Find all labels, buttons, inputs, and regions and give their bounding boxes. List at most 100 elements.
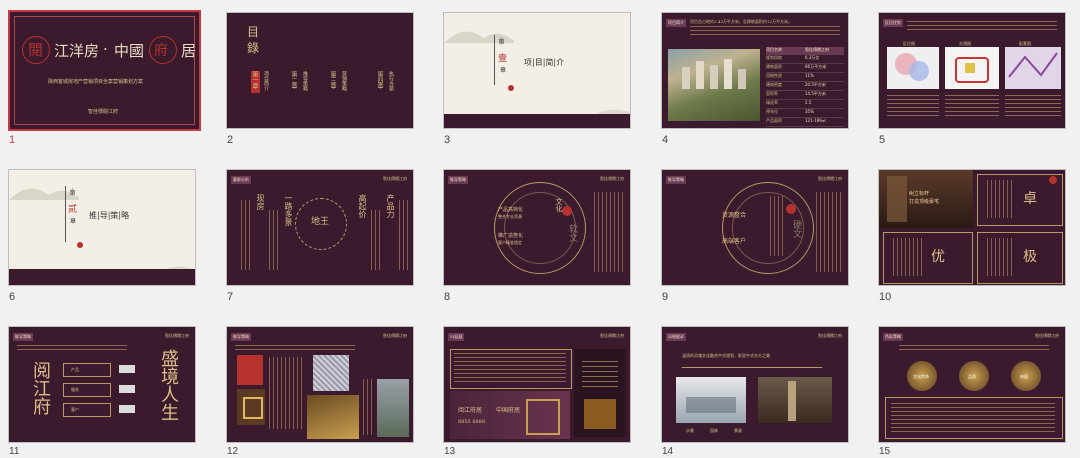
title-char-left: 閱 xyxy=(28,41,44,59)
text-column xyxy=(363,379,375,435)
seal-dot xyxy=(1049,176,1057,184)
text-column xyxy=(893,238,923,276)
mountain-decoration xyxy=(444,31,630,128)
section-tag: 项目简介 xyxy=(666,19,686,27)
slide-number: 3 xyxy=(444,134,451,146)
toc-label-3: 营销策略 xyxy=(341,71,347,91)
table-cell: 绿化率 xyxy=(766,100,778,105)
photo-caption-1: 水景 xyxy=(686,428,694,433)
project-info-table: 项目名称 智佳傳閱江府 规划用地 6.3万亿 建筑面积 66万平方米 用地性质 11%… xyxy=(766,47,844,127)
title-dot: · xyxy=(103,40,108,58)
brand-watermark: 智佳傳閱江府 xyxy=(600,176,624,181)
section-tag: VI延展 xyxy=(448,333,465,341)
slide-thumbnail-2[interactable]: 目 錄 第一章 项目简介 第二章 推导策略 第三章 营销策略 第四章 执行方案 xyxy=(226,12,414,129)
footer-bar xyxy=(9,269,195,285)
center-word: 地王 xyxy=(311,217,330,227)
slide-number: 15 xyxy=(879,446,891,457)
photo-caption-3: 景观 xyxy=(734,428,742,433)
divider xyxy=(494,35,495,85)
text-column-2 xyxy=(269,210,281,270)
title-main: 江洋房 xyxy=(54,42,100,60)
headline: 温润的灵魂文化融合中式规划，彰显中式东方之美 xyxy=(682,353,770,358)
map-text-3 xyxy=(1005,95,1061,119)
photo-caption-2: 园林 xyxy=(710,428,718,433)
text-columns xyxy=(816,192,844,272)
chapter-number: 贰 xyxy=(68,205,78,215)
slide-thumbnail-7[interactable]: 客群分析 智佳傳閱江府 地王 现房 一路多景 高起价 产品力 xyxy=(226,169,414,286)
slide-thumbnail-12[interactable]: 推导策略 智佳傳閱江府 xyxy=(226,326,414,443)
table-header-cell: 项目名称 xyxy=(766,47,782,52)
slide-thumbnail-9[interactable]: 推导策略 智佳傳閱江府 资源整合 高端客户 硬文 xyxy=(661,169,849,286)
description-lines xyxy=(891,403,1055,433)
brand-watermark: 智佳傳閱江府 xyxy=(600,333,624,338)
section-tag: 推导策略 xyxy=(666,176,686,184)
arrow-box-1 xyxy=(119,365,135,373)
slide-thumbnail-3[interactable]: ·第 壹 章 项|目|简|介 xyxy=(443,12,631,129)
slide-thumbnail-5[interactable]: 区位优势 区位图 交通图 配套图 xyxy=(878,12,1066,129)
map-text-1 xyxy=(887,95,939,119)
slide-thumbnail-8[interactable]: 推导策略 智佳傳閱江府 产品高档化 整合专业资源 推广造势化 客户精准锁定 文化… xyxy=(443,169,631,286)
box-label-2: 服务 xyxy=(71,387,79,392)
seal-dot xyxy=(77,242,83,248)
left-item-1: 产品高档化 xyxy=(498,207,524,213)
keyword-4: 产品力 xyxy=(386,194,395,218)
slide-thumbnail-6[interactable]: ·第 贰 章 推|导|策|略 xyxy=(8,169,196,286)
keyword-1: 现房 xyxy=(256,194,265,210)
chapter-number: 壹 xyxy=(498,54,508,64)
slide-number: 9 xyxy=(662,291,669,303)
slide-thumbnail-15[interactable]: 色彩策略 智佳傳閱江府 文化传承 品质 府居 xyxy=(878,326,1066,443)
card-subtitle: 中国府居 xyxy=(496,407,521,414)
slide-number: 12 xyxy=(227,446,239,457)
text-column xyxy=(987,180,1015,218)
slide-number: 8 xyxy=(444,291,451,303)
slide-number: 6 xyxy=(9,291,16,303)
badge-label-3: 府居 xyxy=(1020,374,1028,379)
arrow-box-3 xyxy=(119,405,135,413)
left-item-2: 高端客户 xyxy=(722,238,747,245)
toc-label-4: 执行方案 xyxy=(388,71,394,91)
slide-number: 2 xyxy=(227,134,234,146)
text-columns xyxy=(594,192,624,272)
table-cell: 20.5平方米 xyxy=(805,82,826,87)
amenity-map-image xyxy=(1005,47,1061,89)
table-cell: 停车位 xyxy=(766,109,778,114)
table-cell: 121-189㎡ xyxy=(805,118,826,123)
table-header: 项目名称 智佳傳閱江府 xyxy=(766,47,844,55)
text-column xyxy=(987,238,1015,276)
table-row: 容积率 14.5平方米 xyxy=(766,91,844,100)
toc-chapter-2: 第二章 xyxy=(290,71,297,89)
toc-chapter-3: 第三章 xyxy=(329,71,336,89)
text-column-center xyxy=(770,196,784,256)
divider xyxy=(65,186,66,242)
toc-chapter-1: 第一章 xyxy=(251,71,258,89)
gold-emblem-image xyxy=(237,389,265,425)
section-tag: 推导策略 xyxy=(13,333,33,341)
slide-thumbnail-4[interactable]: 项目简介 项目总占地约3.43万平方米，总建筑面积约12万平方米。 项目名称 智… xyxy=(661,12,849,129)
slide-thumbnail-10[interactable]: 树立标杆 打造顶级豪宅 卓 优 极 xyxy=(878,169,1066,286)
slide-thumbnail-13[interactable]: VI延展 智佳傳閱江府 阅江府居 中国府居 8855 8888 xyxy=(443,326,631,443)
table-cell: 产品面积 xyxy=(766,118,782,123)
tagline-2: 打造顶级豪宅 xyxy=(909,199,940,205)
table-row: 规划用地 6.3万亿 xyxy=(766,55,844,64)
slide-number: 4 xyxy=(662,134,669,146)
slide-thumbnail-1[interactable]: 閱 江洋房 · 中國 府 居 陕西客城房地产营销项目全案营销策划方案 智佳傳閱江… xyxy=(8,10,201,131)
title-main-2: 中國 xyxy=(114,42,145,60)
footer-bar xyxy=(444,114,630,128)
table-row: 用地性质 11% xyxy=(766,73,844,82)
table-row: 绿化率 2.5 xyxy=(766,100,844,109)
slide-thumbnail-14[interactable]: 风格赋诉 智佳傳閱江府 温润的灵魂文化融合中式规划，彰显中式东方之美 水景 园林… xyxy=(661,326,849,443)
intro-line xyxy=(235,345,355,351)
slide-number: 14 xyxy=(662,446,674,457)
chapter-post: 章 xyxy=(70,218,77,225)
intro-line xyxy=(899,345,1049,351)
text-column-4 xyxy=(399,200,411,270)
slide-number: 1 xyxy=(9,134,16,146)
table-cell: 66万平方米 xyxy=(805,64,827,69)
character-zhuo: 卓 xyxy=(1023,191,1037,207)
table-cell: 14.5平方米 xyxy=(805,91,826,96)
slide-number: 11 xyxy=(9,446,20,457)
left-item-3: 推广造势化 xyxy=(498,233,524,239)
section-tag: 区位优势 xyxy=(883,19,903,27)
slide-thumbnail-11[interactable]: 推导策略 智佳傳閱江府 阅江府 产品 服务 客户 盛境人生 xyxy=(8,326,196,443)
description-lines xyxy=(690,26,840,36)
